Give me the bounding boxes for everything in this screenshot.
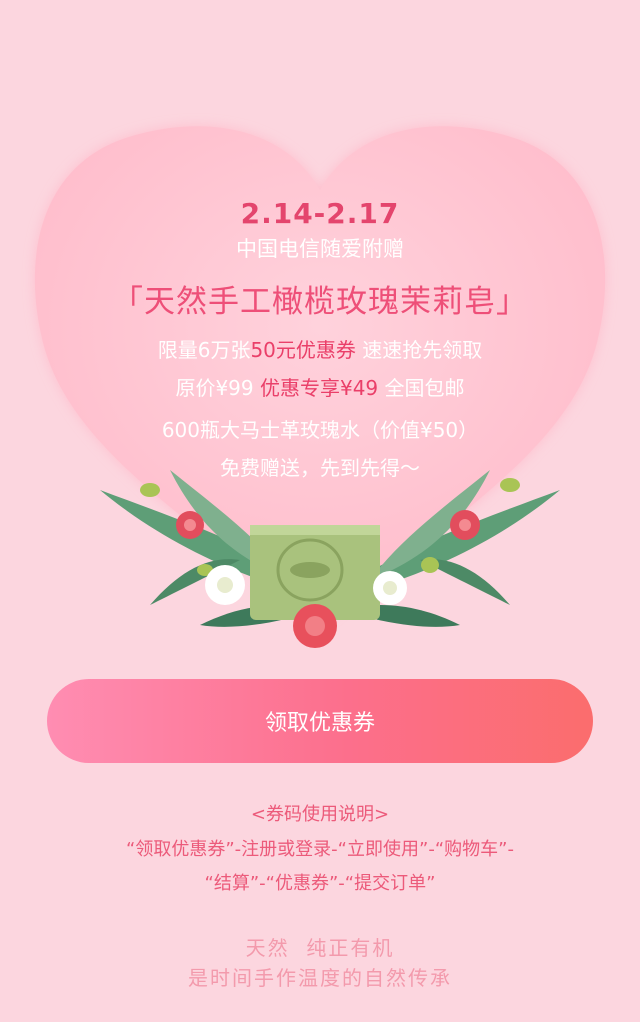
promo-subtitle: 中国电信随爱附赠 (236, 237, 404, 261)
soap-flower-illustration (100, 470, 560, 648)
coupon-value: 50元优惠券 (250, 338, 356, 362)
free-shipping: 全国包邮 (378, 376, 465, 400)
instructions-steps-2: “结算”-“优惠券”-“提交订单” (204, 873, 436, 894)
coupon-offer-line: 限量6万张50元优惠券 速速抢先领取 (0, 334, 640, 363)
original-price: 原价¥99 (175, 376, 260, 400)
discount-price: 优惠专享¥49 (259, 376, 379, 400)
tagline-2: 是时间手作温度的自然传承 (188, 966, 452, 990)
price-line: 原价¥99 优惠专享¥49 全国包邮 (0, 372, 640, 401)
promo-page: 2.14-2.17 中国电信随爱附赠 「天然手工橄榄玫瑰茉莉皂」 限量6万张50… (0, 0, 640, 1022)
promo-date: 2.14-2.17 (240, 197, 400, 230)
claim-coupon-button[interactable]: 领取优惠券 (47, 679, 593, 763)
tagline-1: 天然 纯正有机 (245, 936, 395, 960)
coupon-cta-text: 速速抢先领取 (355, 338, 483, 362)
coupon-limit: 限量6万张 (157, 338, 251, 362)
product-title: 「天然手工橄榄玫瑰茉莉皂」 (112, 284, 528, 320)
instructions-steps-1: “领取优惠券”-注册或登录-“立即使用”-“购物车”- (126, 839, 514, 860)
instructions-title: <券码使用说明> (250, 804, 390, 825)
